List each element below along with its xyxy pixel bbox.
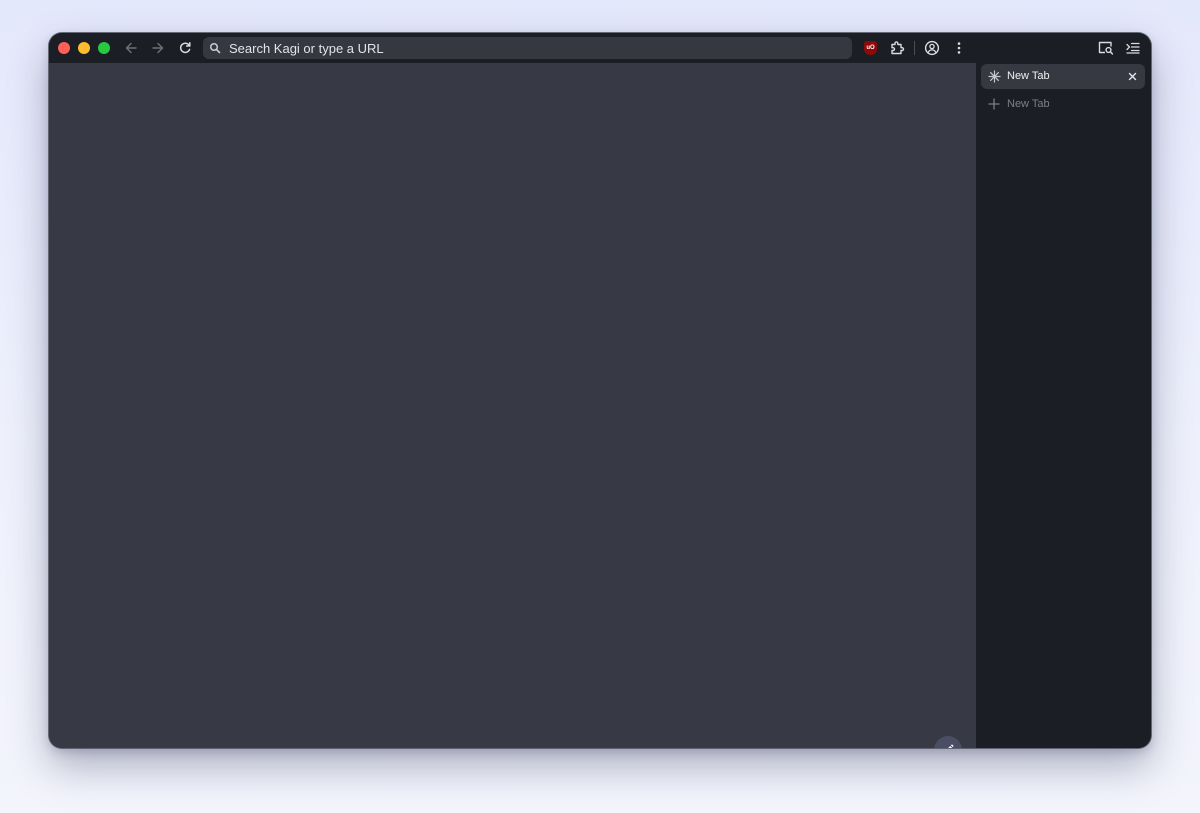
- address-input[interactable]: [229, 37, 839, 59]
- plus-icon: [988, 98, 1000, 110]
- ublock-origin-extension-icon[interactable]: uO: [864, 41, 877, 55]
- address-bar[interactable]: [203, 37, 852, 59]
- close-window-button[interactable]: [58, 42, 70, 54]
- page-content[interactable]: [49, 63, 976, 748]
- browser-window: uO: [49, 33, 1151, 748]
- back-button[interactable]: [120, 37, 142, 59]
- extensions-button[interactable]: [886, 37, 908, 59]
- close-tab-icon[interactable]: [1127, 71, 1138, 82]
- asterisk-icon: [988, 70, 1001, 83]
- new-tab-button[interactable]: New Tab: [981, 93, 1145, 115]
- arrow-right-icon: [152, 42, 164, 54]
- toolbar: uO: [49, 33, 1151, 63]
- new-tab-label: New Tab: [1007, 98, 1050, 110]
- profile-button[interactable]: [921, 37, 943, 59]
- tab-search-icon: [1098, 41, 1114, 55]
- vertical-tab-sidebar: New Tab New Tab: [976, 63, 1151, 748]
- tab-title: New Tab: [1007, 70, 1050, 82]
- search-icon: [209, 42, 221, 54]
- sidebar-toggle-icon: [1126, 42, 1140, 54]
- account-circle-icon: [924, 40, 940, 56]
- minimize-window-button[interactable]: [78, 42, 90, 54]
- arrow-left-icon: [125, 42, 137, 54]
- toolbar-separator: [914, 41, 915, 55]
- edit-button[interactable]: [934, 736, 962, 748]
- main-menu-button[interactable]: [948, 37, 970, 59]
- tab-search-button[interactable]: [1095, 37, 1117, 59]
- zoom-window-button[interactable]: [98, 42, 110, 54]
- forward-button[interactable]: [147, 37, 169, 59]
- tab-new-tab[interactable]: New Tab: [981, 64, 1145, 89]
- sidebar-toggle-button[interactable]: [1122, 37, 1144, 59]
- reload-button[interactable]: [174, 37, 196, 59]
- puzzle-icon: [891, 41, 905, 55]
- kebab-menu-icon: [957, 42, 961, 54]
- pencil-icon: [948, 744, 954, 748]
- reload-icon: [179, 42, 191, 54]
